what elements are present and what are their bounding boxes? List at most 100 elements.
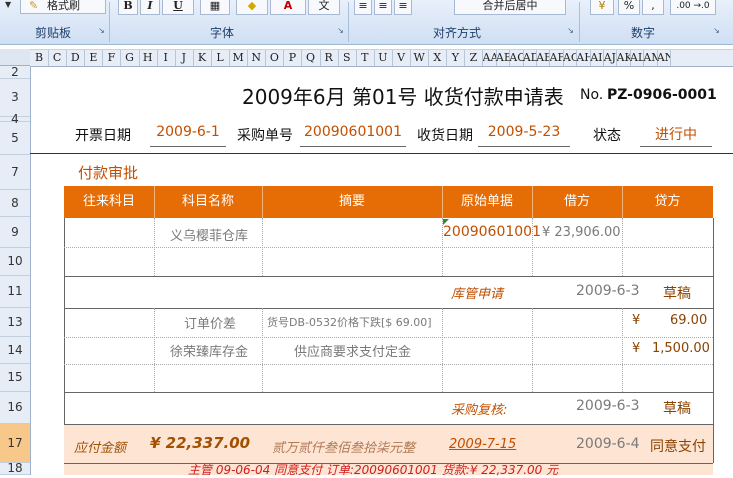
column-header-r[interactable]: R bbox=[320, 50, 339, 66]
align-left-button[interactable]: ≡ bbox=[354, 0, 372, 15]
page-title: 2009年6月 第01号 收货付款申请表 bbox=[242, 85, 564, 109]
column-header-ab[interactable]: AB bbox=[496, 50, 511, 66]
percent-button[interactable]: % bbox=[618, 0, 640, 15]
column-header-m[interactable]: M bbox=[229, 50, 249, 66]
status-field[interactable]: 进行中 bbox=[640, 124, 712, 147]
summary-cell[interactable]: 货号DB-0532价格下跌[$ 69.00] bbox=[267, 314, 432, 330]
column-header-y[interactable]: Y bbox=[446, 50, 466, 66]
receive-date-field[interactable]: 2009-5-23 bbox=[478, 124, 570, 147]
column-header-l[interactable]: L bbox=[211, 50, 231, 66]
summary-cell[interactable]: 供应商要求支付定金 bbox=[294, 341, 411, 360]
merge-center-button[interactable]: 合并后居中 bbox=[454, 0, 566, 15]
column-header-p[interactable]: P bbox=[283, 50, 303, 66]
column-header-k[interactable]: K bbox=[193, 50, 212, 66]
row-header-5[interactable]: 5 bbox=[0, 122, 30, 155]
underline-button[interactable]: U bbox=[162, 0, 194, 15]
source-doc-cell[interactable]: 20090601001 bbox=[443, 224, 541, 240]
row-separator bbox=[64, 276, 713, 277]
border-button[interactable]: ▦ bbox=[200, 0, 230, 15]
column-header-w[interactable]: W bbox=[410, 50, 430, 66]
column-header-am[interactable]: AM bbox=[643, 50, 658, 66]
column-header-z[interactable]: Z bbox=[464, 50, 484, 66]
row-header-2[interactable]: 2 bbox=[0, 66, 30, 79]
row-header-bar: 2 3 4 5 7 8 9 10 11 13 14 15 16 17 18 bbox=[0, 66, 31, 475]
column-header-g[interactable]: G bbox=[121, 50, 140, 66]
column-header-aj[interactable]: AJ bbox=[603, 50, 618, 66]
row-header-11[interactable]: 11 bbox=[0, 276, 30, 308]
select-all-corner[interactable] bbox=[0, 49, 31, 66]
row-header-13[interactable]: 13 bbox=[0, 308, 30, 337]
column-header-ak[interactable]: AK bbox=[617, 50, 631, 66]
column-header-x[interactable]: X bbox=[428, 50, 448, 66]
align-right-button[interactable]: ≡ bbox=[394, 0, 412, 15]
column-header-ai[interactable]: AI bbox=[590, 50, 605, 66]
column-header-e[interactable]: E bbox=[84, 50, 104, 66]
column-header-an[interactable]: AN bbox=[657, 50, 672, 66]
account-name-cell[interactable]: 义乌樱菲仓库 bbox=[170, 225, 248, 244]
row-header-9[interactable]: 9 bbox=[0, 217, 30, 248]
column-header-aa[interactable]: AA bbox=[483, 50, 497, 66]
grid-line bbox=[154, 308, 155, 392]
comma-button[interactable]: , bbox=[642, 0, 664, 15]
column-header-c[interactable]: C bbox=[48, 50, 68, 66]
decimal-button[interactable]: .00 →.0 bbox=[670, 0, 716, 15]
row-header-17[interactable]: 17 bbox=[0, 424, 30, 463]
column-header-s[interactable]: S bbox=[338, 50, 357, 66]
row-header-10[interactable]: 10 bbox=[0, 248, 30, 276]
column-header-ae[interactable]: AE bbox=[536, 50, 551, 66]
credit-cell[interactable]: 1,500.00 bbox=[652, 341, 710, 356]
column-header-v[interactable]: V bbox=[392, 50, 412, 66]
column-header-o[interactable]: O bbox=[265, 50, 285, 66]
alignment-dialog-launcher-icon[interactable]: ↘ bbox=[566, 26, 575, 35]
due-date-link[interactable]: 2009-7-15 bbox=[449, 437, 516, 452]
invoice-date-field[interactable]: 2009-6-1 bbox=[150, 124, 226, 147]
align-center-button[interactable]: ≡ bbox=[374, 0, 392, 15]
phonetic-button[interactable]: 文 bbox=[308, 0, 340, 15]
paste-dropdown-button[interactable]: ▼ bbox=[0, 0, 18, 14]
account-name-cell[interactable]: 徐荣臻库存金 bbox=[170, 341, 248, 360]
fill-color-button[interactable]: ◆ bbox=[236, 0, 268, 15]
column-header-u[interactable]: U bbox=[374, 50, 393, 66]
column-header-ac[interactable]: AC bbox=[509, 50, 524, 66]
grid-line bbox=[622, 218, 623, 276]
column-header-ad[interactable]: AD bbox=[523, 50, 538, 66]
row-header-14[interactable]: 14 bbox=[0, 337, 30, 364]
clipboard-dialog-launcher-icon[interactable]: ↘ bbox=[97, 26, 106, 35]
account-name-cell[interactable]: 订单价差 bbox=[184, 313, 236, 332]
row-header-7[interactable]: 7 bbox=[0, 155, 30, 190]
col-header-source: 原始单据 bbox=[442, 186, 533, 218]
row-header-8[interactable]: 8 bbox=[0, 190, 30, 217]
column-header-f[interactable]: F bbox=[102, 50, 122, 66]
column-header-ag[interactable]: AG bbox=[563, 50, 578, 66]
grid-line bbox=[64, 247, 713, 248]
row-header-16[interactable]: 16 bbox=[0, 392, 30, 424]
column-header-q[interactable]: Q bbox=[302, 50, 321, 66]
column-header-n[interactable]: N bbox=[247, 50, 267, 66]
font-dialog-launcher-icon[interactable]: ↘ bbox=[336, 26, 345, 35]
purchase-review-label: 采购复核: bbox=[451, 403, 508, 418]
italic-button[interactable]: I bbox=[140, 0, 160, 15]
purchase-no-field[interactable]: 20090601001 bbox=[300, 124, 406, 147]
header-divider bbox=[30, 153, 733, 154]
font-color-button[interactable]: A bbox=[270, 0, 306, 15]
currency-button[interactable]: ¥ bbox=[590, 0, 614, 15]
column-header-al[interactable]: AL bbox=[630, 50, 645, 66]
column-header-af[interactable]: AF bbox=[550, 50, 564, 66]
column-header-h[interactable]: H bbox=[139, 50, 158, 66]
column-header-i[interactable]: I bbox=[157, 50, 176, 66]
number-dialog-launcher-icon[interactable]: ↘ bbox=[712, 26, 721, 35]
column-header-ah[interactable]: AH bbox=[576, 50, 591, 66]
column-header-t[interactable]: T bbox=[356, 50, 375, 66]
column-header-bar: BCDEFGHIJKLMNOPQRSTUVWXYZAAABACADAEAFAGA… bbox=[30, 49, 733, 67]
row-header-18[interactable]: 18 bbox=[0, 462, 30, 475]
debit-cell[interactable]: ¥ 23,906.00 bbox=[542, 225, 621, 240]
column-header-d[interactable]: D bbox=[66, 50, 86, 66]
column-header-j[interactable]: J bbox=[175, 50, 194, 66]
grid-line bbox=[532, 308, 533, 392]
bold-button[interactable]: B bbox=[118, 0, 138, 15]
row-header-15[interactable]: 15 bbox=[0, 364, 30, 392]
format-painter-button[interactable]: ✎ 格式刷 bbox=[20, 0, 106, 14]
column-header-b[interactable]: B bbox=[30, 50, 50, 66]
group-separator bbox=[109, 2, 110, 42]
credit-cell[interactable]: 69.00 bbox=[670, 313, 707, 328]
